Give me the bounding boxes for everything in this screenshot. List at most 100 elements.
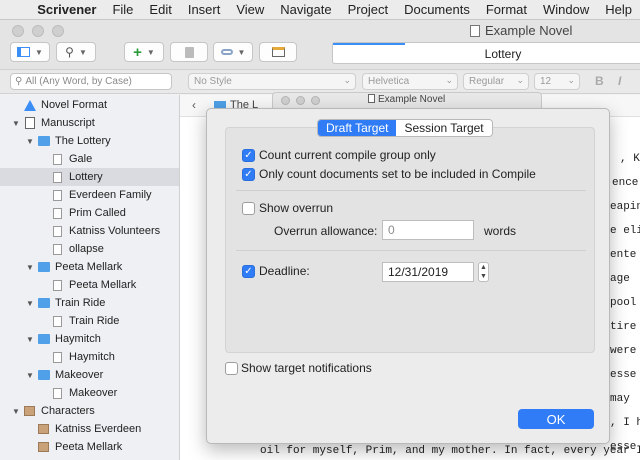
zoom-window-button[interactable]	[311, 96, 320, 105]
document-icon	[53, 387, 62, 399]
binder-item-everdeen-family[interactable]: Everdeen Family	[0, 186, 179, 204]
binder-item-makeover[interactable]: Makeover	[0, 384, 179, 402]
binder-search-input[interactable]: ⚲ All (Any Word, by Case)	[10, 73, 172, 90]
deadline-date-input[interactable]: 12/31/2019	[382, 262, 474, 282]
binder-item-train-ride[interactable]: Train Ride	[0, 312, 179, 330]
binder-item-collapse[interactable]: ollapse	[0, 240, 179, 258]
binder-item-label: Gale	[69, 153, 93, 165]
count-included-checkbox[interactable]: ✓	[242, 168, 255, 181]
binder-item-peeta-mellark-folder[interactable]: ▼ Peeta Mellark	[0, 258, 179, 276]
font-select[interactable]: Helvetica ⌄	[362, 73, 458, 90]
menu-navigate[interactable]: Navigate	[272, 2, 339, 17]
binder-item-novel-format[interactable]: Novel Format	[0, 96, 179, 114]
editor-text-line: , Kat	[620, 153, 640, 165]
menu-file[interactable]: File	[104, 2, 141, 17]
binder-item-the-lottery[interactable]: ▼ The Lottery	[0, 132, 179, 150]
menu-format[interactable]: Format	[478, 2, 535, 17]
deadline-stepper[interactable]: ▲ ▼	[478, 262, 489, 282]
disclosure-triangle-icon[interactable]: ▼	[26, 263, 34, 272]
link-button[interactable]: ▼	[213, 42, 253, 62]
background-window-title-text: Example Novel	[378, 94, 446, 105]
disclosure-triangle-icon[interactable]: ▼	[12, 407, 20, 416]
plus-icon: +	[133, 43, 142, 61]
binder-item-haymitch-folder[interactable]: ▼ Haymitch	[0, 330, 179, 348]
info-icon	[24, 99, 36, 111]
menu-bar: Scrivener File Edit Insert View Navigate…	[0, 0, 640, 20]
bold-button[interactable]: B	[595, 74, 604, 88]
show-overrun-checkbox[interactable]	[242, 202, 255, 215]
ok-button[interactable]: OK	[518, 409, 594, 429]
size-value: 12	[540, 76, 552, 87]
size-select[interactable]: 12 ⌄	[534, 73, 580, 90]
italic-button[interactable]: I	[618, 74, 621, 88]
disclosure-triangle-icon[interactable]: ▼	[26, 137, 34, 146]
toolbar: ▼ ⚲ ▼ + ▼ ▼ Lottery	[0, 42, 640, 70]
editor-tab[interactable]: Lottery	[332, 42, 640, 64]
binder-item-peeta-mellark-character[interactable]: Peeta Mellark	[0, 438, 179, 456]
binder-item-haymitch[interactable]: Haymitch	[0, 348, 179, 366]
zoom-window-button[interactable]	[52, 25, 64, 37]
document-icon	[53, 171, 62, 183]
menu-view[interactable]: View	[228, 2, 272, 17]
binder-item-prim-called[interactable]: Prim Called	[0, 204, 179, 222]
project-targets-dialog: ✓ Count current compile group only ✓ Onl…	[206, 108, 610, 444]
disclosure-triangle-icon[interactable]: ▼	[26, 335, 34, 344]
menu-help[interactable]: Help	[597, 2, 640, 17]
chevron-down-icon: ⌄	[516, 75, 524, 85]
close-window-button[interactable]	[12, 25, 24, 37]
menu-app-name[interactable]: Scrivener	[29, 2, 104, 17]
search-button[interactable]: ⚲ ▼	[56, 42, 96, 62]
binder-item-label: Makeover	[69, 387, 118, 399]
menu-insert[interactable]: Insert	[180, 2, 229, 17]
overrun-allowance-label: Overrun allowance:	[274, 224, 378, 238]
target-tabs: Draft Target Session Target	[317, 119, 493, 137]
tab-draft-target[interactable]: Draft Target	[318, 120, 397, 136]
binder-item-makeover-folder[interactable]: ▼ Makeover	[0, 366, 179, 384]
search-icon: ⚲	[65, 45, 74, 59]
disclosure-triangle-icon[interactable]: ▼	[12, 119, 20, 128]
binder-item-gale[interactable]: Gale	[0, 150, 179, 168]
binder-item-katniss-volunteers[interactable]: Katniss Volunteers	[0, 222, 179, 240]
add-button[interactable]: + ▼	[124, 42, 164, 62]
menu-window[interactable]: Window	[535, 2, 597, 17]
binder-item-katniss-everdeen[interactable]: Katniss Everdeen	[0, 420, 179, 438]
style-select[interactable]: No Style ⌄	[188, 73, 356, 90]
trash-button[interactable]	[170, 42, 208, 62]
folder-icon	[38, 262, 50, 272]
editor-tab-title: Lottery	[484, 47, 522, 61]
tab-session-target[interactable]: Session Target	[396, 120, 491, 136]
show-notifications-checkbox[interactable]	[225, 362, 238, 375]
menu-project[interactable]: Project	[340, 2, 396, 17]
compose-icon	[271, 47, 285, 57]
close-window-button[interactable]	[281, 96, 290, 105]
binder-item-manuscript[interactable]: ▼ Manuscript	[0, 114, 179, 132]
deadline-label: Deadline:	[259, 264, 310, 278]
weight-select[interactable]: Regular ⌄	[463, 73, 529, 90]
binder-item-label: Peeta Mellark	[69, 279, 137, 291]
compose-button[interactable]	[259, 42, 297, 62]
binder-item-train-ride-folder[interactable]: ▼ Train Ride	[0, 294, 179, 312]
binder-item-label: Peeta Mellark	[55, 441, 123, 453]
document-icon	[470, 24, 480, 37]
overrun-allowance-input[interactable]: 0	[382, 220, 474, 240]
characters-folder-icon	[24, 406, 35, 416]
minimize-window-button[interactable]	[32, 25, 44, 37]
document-icon	[53, 315, 62, 327]
disclosure-triangle-icon[interactable]: ▼	[26, 299, 34, 308]
binder-item-characters[interactable]: ▼ Characters	[0, 402, 179, 420]
minimize-window-button[interactable]	[296, 96, 305, 105]
menu-documents[interactable]: Documents	[396, 2, 478, 17]
count-included-label: Only count documents set to be included …	[259, 167, 536, 181]
chevron-down-icon: ⌄	[445, 75, 453, 85]
editor-text-line: , I h	[610, 417, 640, 429]
window-title: Example Novel	[470, 23, 572, 38]
count-compile-group-checkbox[interactable]: ✓	[242, 149, 255, 162]
binder-item-lottery[interactable]: Lottery	[0, 168, 179, 186]
back-arrow-icon[interactable]: ‹	[192, 98, 196, 112]
deadline-checkbox[interactable]: ✓	[242, 265, 255, 278]
view-mode-button[interactable]: ▼	[10, 42, 50, 62]
menu-edit[interactable]: Edit	[141, 2, 179, 17]
disclosure-triangle-icon[interactable]: ▼	[26, 371, 34, 380]
binder-item-label: Prim Called	[69, 207, 126, 219]
binder-item-peeta-mellark[interactable]: Peeta Mellark	[0, 276, 179, 294]
